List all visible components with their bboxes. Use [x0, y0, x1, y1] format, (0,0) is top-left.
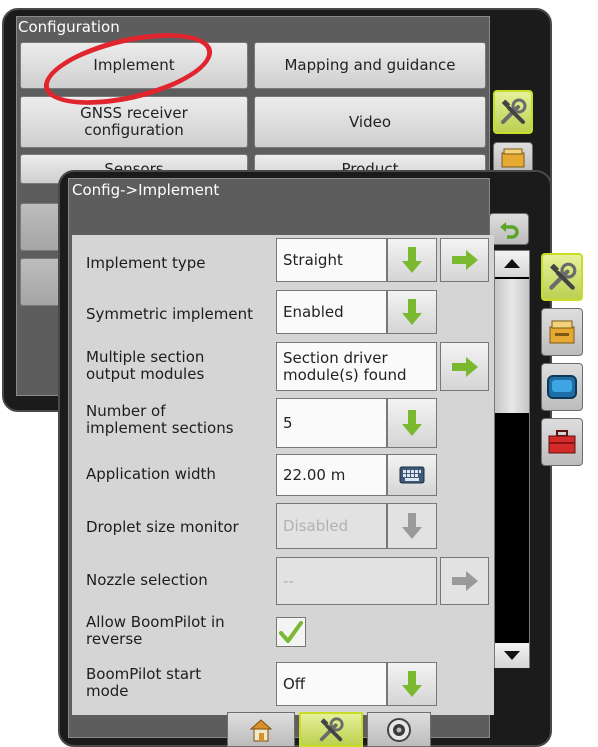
boompilot-start-mode-dropdown[interactable] — [387, 662, 437, 706]
toolbox-tab[interactable] — [541, 418, 583, 466]
droplet-size-monitor-dropdown — [387, 503, 437, 549]
application-width-keyboard[interactable] — [387, 454, 437, 496]
application-width-value[interactable]: 22.00 m — [276, 454, 387, 496]
camera-icon — [387, 717, 411, 742]
boompilot-start-mode-value[interactable]: Off — [276, 662, 387, 706]
scroll-thumb[interactable] — [495, 279, 529, 413]
home-tab[interactable] — [227, 712, 295, 747]
green-right-arrow-icon — [451, 250, 478, 270]
green-down-arrow-icon — [402, 299, 422, 325]
mapping-guidance-button[interactable]: Mapping and guidance — [254, 42, 486, 89]
triangle-down-icon — [504, 651, 520, 660]
implement-type-value[interactable]: Straight — [276, 238, 387, 282]
application-width-label: Application width — [86, 465, 216, 483]
symmetric-implement-value[interactable]: Enabled — [276, 290, 387, 334]
gnss-receiver-button-label: GNSS receiver configuration — [80, 104, 188, 139]
tools-icon — [501, 98, 527, 124]
symmetric-implement-dropdown[interactable] — [387, 290, 437, 334]
nozzle-selection-label: Nozzle selection — [86, 571, 208, 589]
multiple-section-output-next[interactable] — [440, 342, 489, 391]
multiple-section-output-label: Multiple section output modules — [86, 348, 205, 383]
toolbox-icon — [548, 430, 576, 454]
nozzle-selection-next — [440, 557, 489, 605]
keyboard-icon — [399, 466, 425, 484]
video-button[interactable]: Video — [254, 96, 486, 148]
scroll-up-button[interactable] — [495, 251, 529, 277]
allow-boompilot-reverse-checkbox[interactable] — [276, 617, 306, 647]
implement-title: Config->Implement — [72, 181, 220, 199]
implement-type-next[interactable] — [440, 238, 489, 282]
scroll-down-button[interactable] — [495, 643, 529, 668]
tools-tab-back[interactable] — [493, 90, 533, 134]
multiple-section-output-value[interactable]: Section driver module(s) found — [276, 342, 437, 391]
droplet-size-monitor-label: Droplet size monitor — [86, 518, 239, 536]
product-bin-icon — [501, 148, 525, 168]
boompilot-start-mode-label: BoomPilot start mode — [86, 665, 202, 700]
mapping-guidance-button-label: Mapping and guidance — [284, 56, 456, 74]
number-of-sections-value[interactable]: 5 — [276, 398, 387, 448]
console-icon — [547, 375, 577, 399]
tools-icon — [549, 262, 577, 290]
green-down-arrow-icon — [402, 410, 422, 436]
green-down-arrow-icon — [402, 247, 422, 273]
grey-right-arrow-icon — [451, 571, 478, 591]
checkmark-icon — [279, 621, 303, 643]
triangle-up-icon — [504, 259, 520, 268]
tools-icon — [319, 716, 344, 741]
implement-type-dropdown[interactable] — [387, 238, 437, 282]
green-down-arrow-icon — [402, 671, 422, 697]
grey-down-arrow-icon — [402, 513, 422, 539]
allow-boompilot-reverse-label: Allow BoomPilot in reverse — [86, 613, 225, 648]
home-icon — [249, 718, 273, 741]
product-bin-icon — [549, 320, 575, 344]
video-button-label: Video — [348, 112, 392, 131]
number-of-sections-label: Number of implement sections — [86, 402, 234, 437]
number-of-sections-dropdown[interactable] — [387, 398, 437, 448]
tools-bottom-tab[interactable] — [299, 712, 363, 747]
symmetric-implement-label: Symmetric implement — [86, 305, 254, 323]
back-button[interactable] — [489, 213, 529, 245]
nozzle-selection-value: -- — [276, 557, 437, 605]
console-tab[interactable] — [541, 363, 583, 411]
product-tab[interactable] — [541, 308, 583, 356]
tools-tab[interactable] — [541, 253, 583, 301]
green-right-arrow-icon — [451, 356, 478, 377]
gnss-receiver-button[interactable]: GNSS receiver configuration — [20, 96, 248, 148]
implement-type-label: Implement type — [86, 254, 206, 272]
back-arrow-icon — [500, 222, 519, 239]
multiple-section-output-text: Section driver module(s) found — [283, 348, 407, 384]
droplet-size-monitor-value: Disabled — [276, 503, 387, 549]
configuration-title: Configuration — [18, 18, 120, 36]
camera-tab[interactable] — [367, 712, 431, 747]
